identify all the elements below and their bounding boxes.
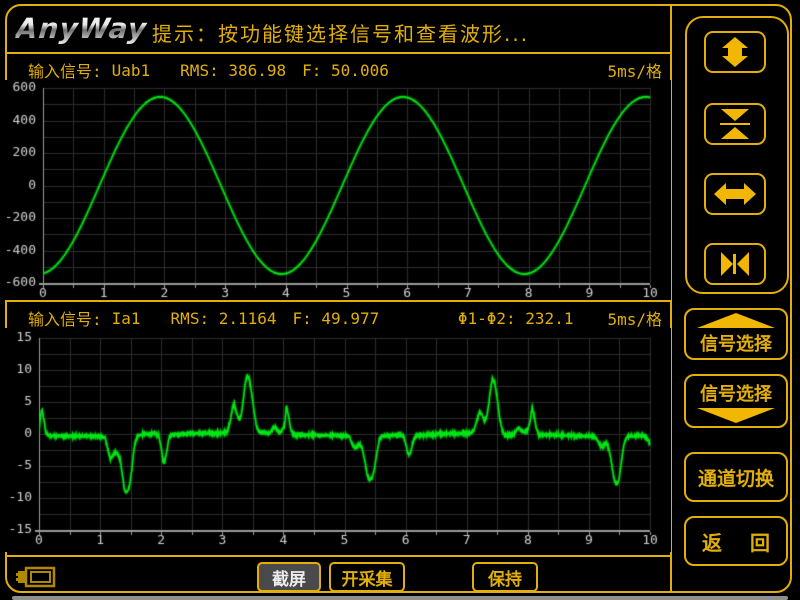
compress-horizontal-button[interactable] [704,243,766,285]
triangle-up-icon [697,313,775,328]
signal-select-down-label: 信号选择 [700,380,772,406]
channel-switch-label: 通道切换 [698,464,774,491]
device-screen: AnyWay 提示：按功能键选择信号和查看波形... 输入信号: Uab1 RM… [0,0,800,600]
bottom-bezel [12,596,788,600]
channel-switch-button[interactable]: 通道切换 [684,452,788,502]
waveform-zoom-button-group [685,16,789,294]
start-acquire-button[interactable]: 开采集 [329,562,405,592]
voltage-info-line: 输入信号: Uab1 RMS: 386.98 F: 50.006 5ms/格 [28,58,662,82]
hold-button[interactable]: 保持 [472,562,538,592]
back-button[interactable]: 返 回 [684,516,788,566]
voltage-timebase: 5ms/格 [607,58,662,82]
screenshot-button[interactable]: 截屏 [257,562,321,592]
expand-horizontal-icon [714,181,756,207]
back-label-right: 回 [750,527,770,556]
expand-horizontal-button[interactable] [704,173,766,215]
voltage-frequency-value: F: 50.006 [302,61,389,80]
hint-text: 提示：按功能键选择信号和查看波形... [152,18,529,47]
current-rms-value: RMS: 2.1164 [171,309,277,328]
current-frequency-value: F: 49.977 [293,309,380,328]
current-signal-name: Ia1 [112,309,141,328]
expand-vertical-icon [715,37,755,67]
voltage-signal-name: Uab1 [112,61,151,80]
bottom-bar-divider [5,555,672,557]
back-label-left: 返 [702,527,722,556]
voltage-rms-value: RMS: 386.98 [180,61,286,80]
signal-select-up-button[interactable]: 信号选择 [684,308,788,360]
panel-divider [5,300,672,302]
header-divider [5,52,672,54]
anyway-logo: AnyWay [15,12,149,45]
current-input-label: 输入信号: [28,306,102,330]
battery-icon [16,565,56,589]
current-waveform-canvas [5,328,671,552]
current-timebase: 5ms/格 [607,306,662,330]
current-info-line: 输入信号: Ia1 RMS: 2.1164 F: 49.977 Φ1-Φ2: 2… [28,306,662,330]
voltage-waveform-canvas [5,80,671,300]
compress-horizontal-icon [714,251,756,277]
signal-select-down-button[interactable]: 信号选择 [684,374,788,428]
compress-vertical-button[interactable] [704,103,766,145]
phase-difference-value: Φ1-Φ2: 232.1 [458,309,574,328]
signal-select-up-label: 信号选择 [700,330,772,356]
triangle-down-icon [697,408,775,423]
voltage-input-label: 输入信号: [28,58,102,82]
expand-vertical-button[interactable] [704,31,766,73]
compress-vertical-icon [715,109,755,139]
